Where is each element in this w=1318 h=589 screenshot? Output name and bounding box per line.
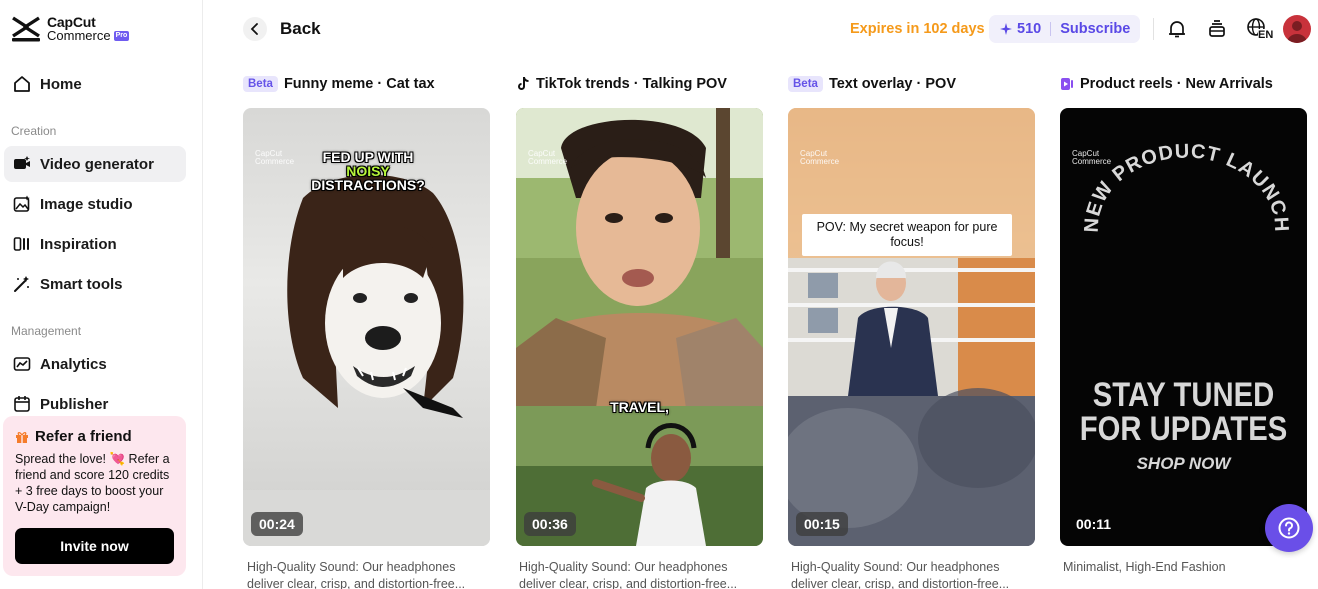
tiktok-icon	[516, 77, 530, 91]
businessman-illustration	[788, 108, 1035, 546]
card-description: High-Quality Sound: Our headphones deliv…	[247, 560, 466, 589]
refer-title: Refer a friend	[35, 428, 132, 445]
talking-pov-illustration	[516, 108, 763, 546]
sidebar-item-label: Home	[40, 75, 82, 93]
section-creation: Creation	[11, 124, 57, 138]
card-title-text: Text overlay · POV	[828, 76, 956, 92]
sidebar-item-image-studio[interactable]: Image studio	[4, 186, 186, 222]
credits-subscribe-pill: 510 Subscribe	[989, 15, 1140, 43]
bell-icon[interactable]	[1165, 17, 1189, 41]
trend-caption: TRAVEL,	[610, 399, 669, 415]
sparkle-icon	[1000, 23, 1012, 35]
sidebar-item-label: Publisher	[40, 395, 109, 413]
sidebar-item-label: Smart tools	[40, 275, 123, 293]
stack-icon[interactable]	[1205, 17, 1229, 41]
video-thumbnail-3[interactable]: CapCut Commerce POV: My secret weapon for…	[788, 108, 1035, 546]
card-title-3[interactable]: Beta Text overlay · POV	[788, 76, 956, 92]
sidebar-item-smart-tools[interactable]: Smart tools	[4, 266, 186, 302]
video-duration: 00:15	[796, 512, 848, 536]
product-reels-icon	[1060, 77, 1074, 91]
video-generator-icon	[12, 154, 32, 174]
capcut-logo-icon	[12, 16, 40, 42]
pill-divider	[1050, 22, 1052, 36]
sidebar-item-inspiration[interactable]: Inspiration	[4, 226, 186, 262]
video-thumbnail-1[interactable]: CapCut Commerce FED UP WITH NOISY DISTRAC…	[243, 108, 490, 546]
calendar-icon	[12, 394, 32, 414]
card-title-2[interactable]: TikTok trends · Talking POV	[516, 76, 727, 92]
inspiration-icon	[12, 234, 32, 254]
stay-tuned-text: STAY TUNED FOR UPDATES	[1079, 376, 1288, 448]
capcut-watermark: CapCut Commerce	[800, 149, 840, 166]
capcut-watermark: CapCut Commerce	[255, 149, 295, 166]
arc-title: NEW PRODUCT LAUNCH	[1081, 140, 1292, 233]
sidebar-item-label: Inspiration	[40, 235, 117, 253]
card-title-text: TikTok trends · Talking POV	[536, 76, 727, 92]
card-title-4[interactable]: Product reels · New Arrivals	[1060, 76, 1273, 92]
gift-icon	[16, 431, 28, 443]
help-button[interactable]	[1265, 504, 1313, 552]
meme-caption: FED UP WITH NOISY DISTRACTIONS?	[311, 149, 425, 193]
arc-title-graphic: NEW PRODUCT LAUNCH	[1081, 140, 1293, 233]
section-management: Management	[11, 324, 82, 338]
sidebar: CapCut Commerce Pro Home Creation Video g…	[0, 0, 203, 589]
credits-count[interactable]: 510	[1017, 21, 1041, 37]
language-globe-icon[interactable]: EN	[1245, 17, 1275, 41]
invite-now-button[interactable]: Invite now	[15, 528, 174, 564]
header-divider	[1153, 18, 1154, 40]
sidebar-item-label: Image studio	[40, 195, 133, 213]
chevron-left-icon	[250, 23, 258, 35]
card-title-text: Product reels · New Arrivals	[1080, 76, 1273, 92]
home-icon	[12, 74, 32, 94]
sidebar-item-home[interactable]: Home	[4, 66, 186, 102]
card-description: High-Quality Sound: Our headphones deliv…	[519, 560, 738, 589]
card-title-text: Funny meme · Cat tax	[283, 76, 435, 92]
card-title-1[interactable]: Beta Funny meme · Cat tax	[243, 76, 435, 92]
subscribe-button[interactable]: Subscribe	[1060, 21, 1130, 37]
pro-badge: Pro	[113, 30, 130, 41]
capcut-watermark: CapCut Commerce	[528, 149, 568, 166]
capcut-commerce-logo[interactable]: CapCut Commerce Pro	[10, 14, 130, 44]
analytics-icon	[12, 354, 32, 374]
sidebar-item-label: Video generator	[40, 155, 154, 173]
sidebar-item-analytics[interactable]: Analytics	[4, 346, 186, 382]
svg-text:NEW PRODUCT LAUNCH: NEW PRODUCT LAUNCH	[1081, 140, 1293, 233]
video-duration: 00:24	[251, 512, 303, 536]
card-description: High-Quality Sound: Our headphones deliv…	[791, 560, 1010, 589]
app-root: CapCut Commerce Pro Home Creation Video g…	[0, 0, 1318, 589]
pov-text-overlay: POV: My secret weapon for pure focus!	[802, 214, 1012, 256]
video-duration: 00:11	[1076, 516, 1112, 532]
beta-badge: Beta	[243, 76, 278, 92]
magic-wand-icon	[12, 274, 32, 294]
refer-text: Spread the love! 💘 Refer a friend and sc…	[15, 452, 170, 514]
expiry-notice: Expires in 102 days	[850, 21, 985, 37]
shop-now-text: SHOP NOW	[1136, 454, 1231, 473]
back-label[interactable]: Back	[280, 19, 321, 39]
video-thumbnail-4[interactable]: CapCut Commerce NEW PRODUCT LAUNCH STAY T…	[1060, 108, 1307, 546]
back-button[interactable]	[243, 17, 267, 41]
video-duration: 00:36	[524, 512, 576, 536]
question-icon	[1278, 517, 1300, 539]
beta-badge: Beta	[788, 76, 823, 92]
card-description: Minimalist, High-End Fashion	[1063, 560, 1226, 574]
image-studio-icon	[12, 194, 32, 214]
brand-sub: Commerce	[47, 28, 111, 43]
sidebar-item-label: Analytics	[40, 355, 107, 373]
avatar[interactable]	[1283, 15, 1311, 43]
video-thumbnail-2[interactable]: CapCut Commerce TRAVEL, 00:36	[516, 108, 763, 546]
refer-a-friend-panel: Refer a friend Spread the love! 💘 Refer …	[3, 416, 186, 576]
language-code: EN	[1258, 29, 1274, 41]
sidebar-item-video-generator[interactable]: Video generator	[4, 146, 186, 182]
